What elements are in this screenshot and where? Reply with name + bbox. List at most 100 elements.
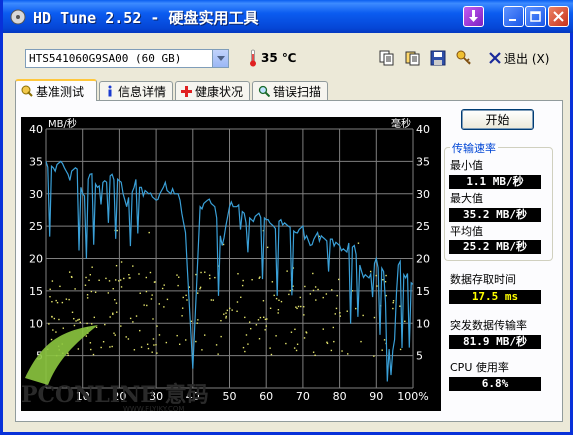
access-time-point (208, 274, 211, 277)
access-time-point (294, 328, 296, 331)
access-time-point (209, 277, 211, 280)
access-time-point (332, 326, 335, 329)
access-time-point (373, 355, 375, 357)
access-time-point (196, 322, 198, 324)
access-time-point (264, 318, 267, 321)
x-tick-label: 50 (223, 390, 237, 403)
access-time-point (404, 320, 406, 323)
access-time-point (158, 334, 161, 336)
access-time-point (84, 284, 87, 286)
access-time-point (94, 291, 97, 293)
watermark-url: WWW.FLYIKY.COM (123, 405, 184, 413)
access-time-value: 17.5 ms (449, 290, 541, 304)
access-time-point (143, 304, 145, 306)
access-time-point (286, 270, 288, 272)
access-time-point (123, 277, 125, 280)
access-time-point (392, 307, 394, 310)
access-time-point (148, 231, 150, 234)
access-time-point (217, 353, 219, 355)
access-time-point (357, 242, 360, 244)
access-time-point (339, 315, 342, 317)
access-time-point (204, 334, 206, 336)
access-time-point (79, 321, 81, 324)
min-value: 1.1 MB/秒 (449, 175, 541, 189)
access-time-point (275, 297, 278, 300)
access-time-point (146, 304, 148, 307)
access-time-point (341, 350, 343, 352)
access-time-point (265, 325, 267, 327)
access-time-point (85, 276, 87, 279)
access-time-point (151, 294, 153, 296)
access-time-point (86, 322, 88, 325)
access-time-point (104, 323, 106, 326)
access-time-point (58, 318, 60, 321)
access-time-point (92, 353, 95, 356)
access-time-point (74, 288, 76, 290)
access-time-point (176, 334, 178, 337)
access-time-point (140, 346, 143, 348)
access-time-point (200, 271, 202, 274)
access-time-point (127, 338, 130, 340)
y-tick-label-left: 10 (29, 317, 43, 330)
y-axis-label-right: 毫秒 (391, 117, 411, 130)
access-time-point (250, 327, 252, 330)
access-time-point (181, 307, 184, 309)
access-time-point (161, 287, 164, 290)
access-time-point (75, 320, 77, 322)
access-time-point (90, 348, 92, 351)
access-time-point (305, 331, 307, 333)
access-time-point (245, 334, 248, 336)
access-time-point (68, 271, 71, 273)
access-time-point (129, 317, 132, 320)
access-time-point (155, 344, 157, 346)
y-tick-label-right: 10 (416, 317, 430, 330)
access-time-point (146, 343, 149, 346)
access-time-point (147, 347, 150, 350)
access-time-point (108, 280, 111, 282)
access-time-point (91, 266, 93, 268)
access-time-point (288, 293, 290, 296)
access-time-point (314, 354, 316, 357)
y-tick-label-right: 35 (416, 155, 430, 168)
access-time-point (53, 317, 56, 320)
access-time-point (49, 295, 51, 298)
access-time-point (145, 290, 148, 293)
access-time-point (330, 349, 333, 352)
x-tick-label: 90 (369, 390, 383, 403)
access-time-point (338, 278, 340, 281)
access-time-point (225, 312, 227, 314)
access-time-point (178, 343, 181, 345)
access-time-point (90, 290, 93, 293)
access-time-point (297, 305, 300, 308)
access-time-point (212, 299, 215, 301)
access-time-point (91, 323, 93, 325)
access-time-point (51, 301, 53, 303)
access-time-point (259, 316, 262, 319)
access-time-point (296, 307, 298, 310)
access-time-point (176, 274, 178, 276)
access-time-point (85, 335, 88, 337)
x-tick-label: 100% (397, 390, 428, 403)
y-tick-label-left: 25 (29, 220, 43, 233)
access-time-point (263, 316, 265, 318)
start-button[interactable]: 开始 (461, 109, 534, 130)
access-time-point (93, 316, 96, 319)
access-time-point (115, 302, 118, 304)
access-time-point (114, 279, 117, 281)
access-time-point (102, 341, 105, 343)
access-time-point (62, 327, 64, 329)
access-time-point (244, 316, 246, 319)
access-time-point (89, 342, 92, 344)
access-time-point (295, 306, 297, 308)
access-time-point (163, 306, 165, 308)
tab-benchmark[interactable]: 基准测试 (15, 79, 97, 101)
access-time-point (273, 294, 275, 297)
access-time-point (116, 229, 118, 232)
access-time-point (295, 349, 298, 352)
y-tick-label-left: 40 (29, 123, 43, 136)
access-time-point (376, 285, 378, 287)
access-time-point (312, 351, 315, 353)
y-tick-label-right: 30 (416, 188, 430, 201)
access-time-point (145, 276, 148, 279)
y-tick-label-right: 15 (416, 285, 430, 298)
